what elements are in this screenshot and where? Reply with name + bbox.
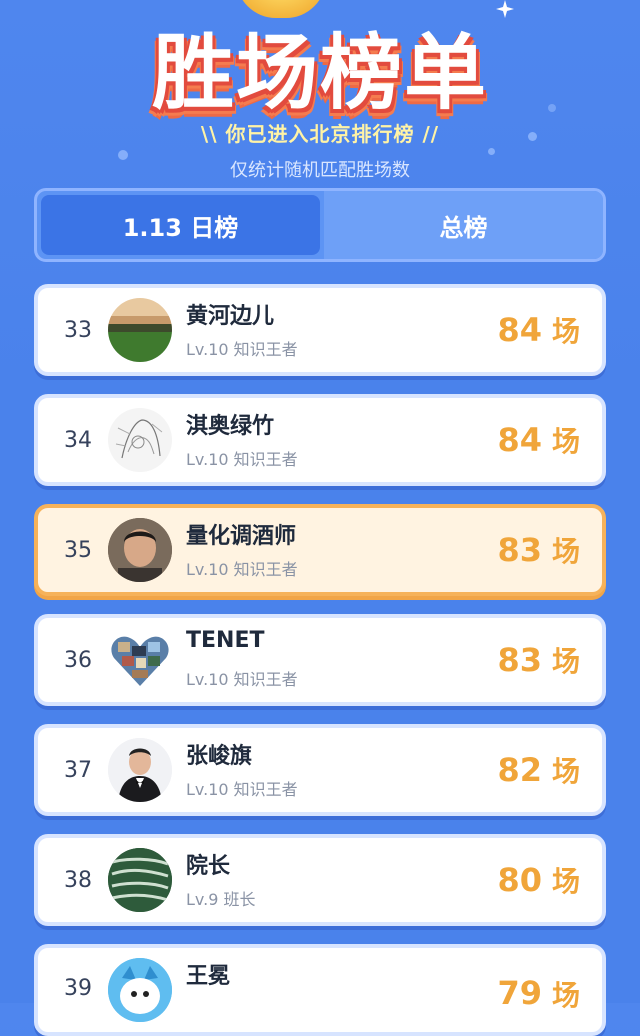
win-count-value: 83	[497, 641, 542, 679]
win-count-value: 84	[497, 421, 542, 459]
tab-total[interactable]: 总榜	[324, 191, 603, 259]
maze-avatar[interactable]	[108, 848, 172, 912]
win-count-unit: 场	[551, 865, 580, 898]
page-title: 胜场榜单	[151, 26, 488, 121]
sparkle-dot	[488, 148, 495, 155]
player-name: 淇奥绿竹	[186, 414, 275, 439]
player-name: 院长	[186, 854, 231, 879]
leaderboard-row-current-user[interactable]: 35 量化调酒师 Lv.10 知识王者 83 场	[34, 504, 606, 596]
win-count-value: 80	[497, 861, 542, 899]
rank-number: 34	[64, 427, 92, 453]
rank-number: 38	[64, 867, 92, 893]
win-count-unit: 场	[551, 755, 580, 788]
title-banner: 胜场榜单	[0, 0, 640, 121]
player-name: 张峻旗	[186, 744, 253, 769]
win-count-unit: 场	[551, 979, 580, 1012]
win-count-value: 84	[497, 311, 542, 349]
win-count-unit: 场	[551, 535, 580, 568]
leaderboard-row[interactable]: 37 张峻旗 Lv.10 知识王者 82 场	[34, 724, 606, 816]
cartoon-avatar[interactable]	[108, 958, 172, 1022]
player-level: Lv.10 知识王者	[186, 340, 298, 359]
win-count: 84 场	[497, 288, 580, 372]
leaderboard-region-notice: \\ 你已进入北京排行榜 //	[200, 122, 440, 146]
leaderboard-row[interactable]: 34 淇奥绿竹 Lv.10 知识王者 84 场	[34, 394, 606, 486]
win-count: 79 场	[497, 948, 580, 1014]
win-count: 83 场	[497, 508, 580, 592]
leaderboard-row[interactable]: 36 TENET Lv.10 知识王者 83 场	[34, 614, 606, 706]
player-name: 量化调酒师	[186, 524, 297, 549]
player-level: Lv.10 知识王者	[186, 450, 298, 469]
player-name: 王冕	[186, 964, 231, 989]
win-count-unit: 场	[551, 645, 580, 678]
win-count: 82 场	[497, 728, 580, 812]
rank-number: 36	[64, 647, 92, 673]
heart-collage-avatar[interactable]	[108, 628, 172, 692]
win-count: 84 场	[497, 398, 580, 482]
win-count-unit: 场	[551, 315, 580, 348]
player-level: Lv.10 知识王者	[186, 780, 298, 799]
player-level: Lv.10 知识王者	[186, 670, 298, 689]
win-count: 80 场	[497, 838, 580, 922]
win-count: 83 场	[497, 618, 580, 702]
player-level: Lv.9 班长	[186, 890, 256, 909]
rank-number: 33	[64, 317, 92, 343]
leaderboard-row[interactable]: 38 院长 Lv.9 班长 80 场	[34, 834, 606, 926]
win-count-value: 83	[497, 531, 542, 569]
landscape-avatar[interactable]	[108, 298, 172, 362]
leaderboard-tabs: 1.13 日榜 总榜	[34, 188, 606, 262]
portrait-avatar[interactable]	[108, 518, 172, 582]
suit-avatar[interactable]	[108, 738, 172, 802]
player-name: TENET	[186, 628, 265, 653]
win-count-unit: 场	[551, 425, 580, 458]
leaderboard-row[interactable]: 33 黄河边儿 Lv.10 知识王者 84 场	[34, 284, 606, 376]
sketch-avatar[interactable]	[108, 408, 172, 472]
win-count-value: 82	[497, 751, 542, 789]
leaderboard-row[interactable]: 39 王冕 79 场	[34, 944, 606, 1036]
rank-number: 39	[64, 976, 92, 1001]
win-count-value: 79	[497, 974, 542, 1012]
stats-note: 仅统计随机匹配胜场数	[230, 160, 410, 181]
player-name: 黄河边儿	[186, 304, 275, 329]
rank-number: 37	[64, 757, 92, 783]
tab-daily[interactable]: 1.13 日榜	[41, 195, 320, 255]
player-level: Lv.10 知识王者	[186, 560, 298, 579]
rank-number: 35	[64, 537, 92, 563]
